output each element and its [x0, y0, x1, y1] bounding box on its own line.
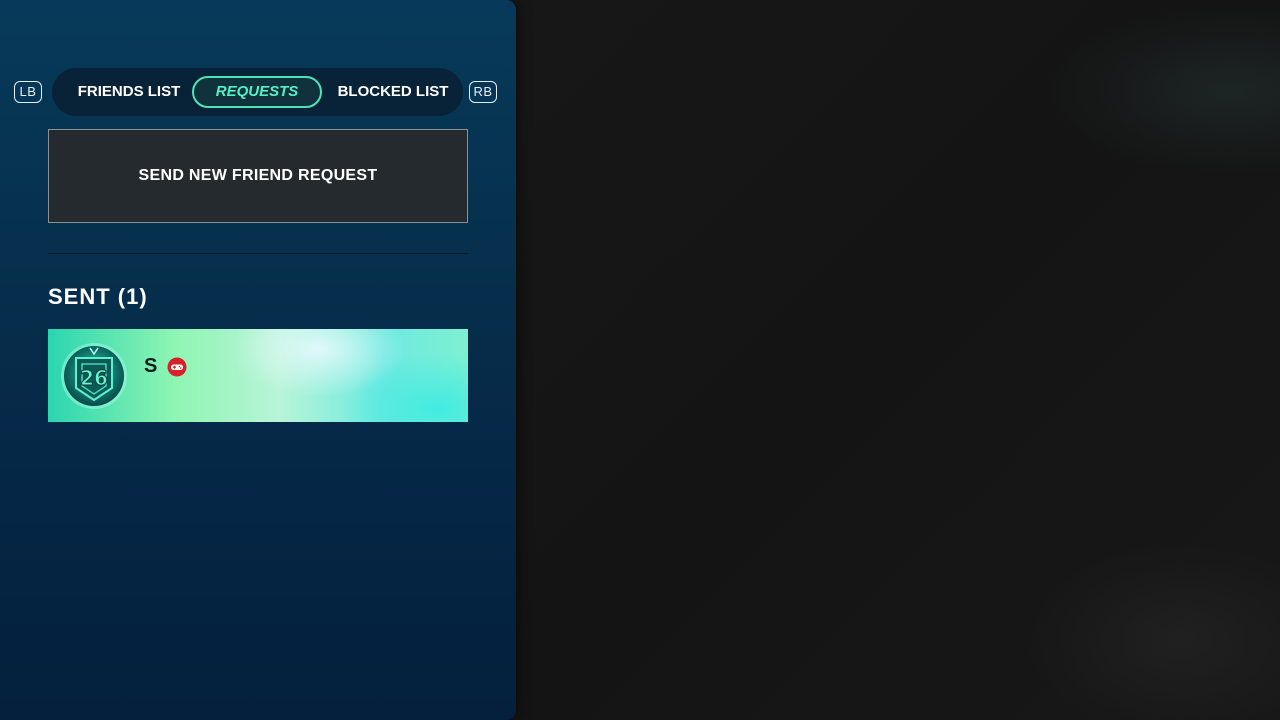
rb-button-hint[interactable]: RB: [469, 81, 497, 103]
friends-panel: LB FRIENDS LIST REQUESTS BLOCKED LIST RB…: [0, 0, 516, 720]
tab-friends-list[interactable]: FRIENDS LIST: [64, 76, 194, 108]
gamepad-icon: [167, 357, 187, 377]
badge-26-icon: 26: [60, 342, 128, 410]
sent-request-card[interactable]: 26 S: [48, 329, 468, 422]
tab-requests[interactable]: REQUESTS: [192, 76, 322, 108]
tab-track: FRIENDS LIST REQUESTS BLOCKED LIST: [52, 68, 463, 116]
divider: [48, 253, 468, 254]
svg-text:26: 26: [80, 366, 108, 390]
send-friend-request-button[interactable]: SEND NEW FRIEND REQUEST: [48, 129, 468, 223]
lb-button-hint[interactable]: LB: [14, 81, 42, 103]
request-username: S: [144, 355, 158, 377]
sent-section-title: SENT (1): [48, 284, 148, 309]
tab-blocked-list[interactable]: BLOCKED LIST: [330, 76, 456, 108]
tab-bar: LB FRIENDS LIST REQUESTS BLOCKED LIST RB: [14, 68, 500, 116]
